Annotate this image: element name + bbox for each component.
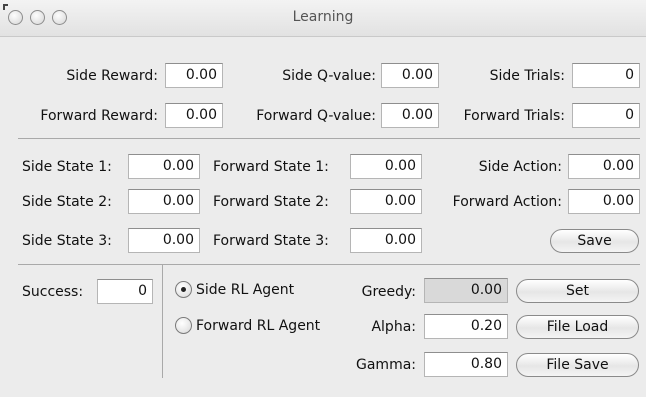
success-field[interactable]: 0 [97, 279, 153, 304]
side-state-3-field[interactable]: 0.00 [128, 228, 200, 253]
side-state-1-label: Side State 1: [22, 159, 112, 175]
set-button[interactable]: Set [516, 279, 639, 303]
learning-window: Learning Side Reward: 0.00 Side Q-value:… [0, 0, 646, 397]
title-bar: Learning [0, 0, 646, 37]
greedy-label: Greedy: [361, 284, 416, 300]
gamma-label: Gamma: [356, 357, 416, 373]
side-action-field[interactable]: 0.00 [568, 154, 640, 179]
forward-state-3-label: Forward State 3: [213, 233, 329, 249]
forward-q-value-field[interactable]: 0.00 [381, 103, 439, 128]
save-button[interactable]: Save [550, 229, 639, 253]
alpha-label: Alpha: [371, 319, 416, 335]
forward-action-label: Forward Action: [452, 194, 562, 210]
file-load-button[interactable]: File Load [516, 315, 639, 339]
radio-selected-dot [181, 287, 186, 292]
side-q-value-field[interactable]: 0.00 [381, 63, 439, 88]
alpha-field[interactable]: 0.20 [424, 314, 508, 339]
forward-reward-label: Forward Reward: [40, 108, 158, 124]
side-trials-field[interactable]: 0 [572, 63, 640, 88]
forward-action-field[interactable]: 0.00 [568, 189, 640, 214]
gamma-field[interactable]: 0.80 [424, 352, 508, 377]
greedy-field[interactable]: 0.00 [424, 278, 508, 303]
side-state-3-label: Side State 3: [22, 233, 112, 249]
forward-state-2-field[interactable]: 0.00 [350, 189, 422, 214]
side-action-label: Side Action: [478, 159, 562, 175]
forward-state-3-field[interactable]: 0.00 [350, 228, 422, 253]
side-reward-field[interactable]: 0.00 [165, 63, 223, 88]
forward-rl-agent-radio[interactable] [175, 317, 192, 334]
forward-trials-field[interactable]: 0 [572, 103, 640, 128]
forward-state-1-field[interactable]: 0.00 [350, 154, 422, 179]
side-reward-label: Side Reward: [66, 68, 158, 84]
forward-reward-field[interactable]: 0.00 [165, 103, 223, 128]
side-rl-agent-radio[interactable] [175, 281, 192, 298]
forward-q-value-label: Forward Q-value: [256, 108, 376, 124]
forward-state-1-label: Forward State 1: [213, 159, 329, 175]
side-state-2-label: Side State 2: [22, 194, 112, 210]
forward-state-2-label: Forward State 2: [213, 194, 329, 210]
forward-trials-label: Forward Trials: [463, 108, 565, 124]
side-state-1-field[interactable]: 0.00 [128, 154, 200, 179]
side-rl-agent-label[interactable]: Side RL Agent [196, 281, 294, 299]
divider-bottom [18, 264, 640, 265]
forward-rl-agent-label[interactable]: Forward RL Agent [196, 317, 320, 335]
divider-top [18, 138, 640, 139]
divider-vertical [162, 265, 163, 378]
side-state-2-field[interactable]: 0.00 [128, 189, 200, 214]
side-q-value-label: Side Q-value: [282, 68, 376, 84]
file-save-button[interactable]: File Save [516, 353, 639, 377]
side-trials-label: Side Trials: [489, 68, 565, 84]
success-label: Success: [22, 284, 84, 300]
window-title: Learning [292, 9, 354, 25]
